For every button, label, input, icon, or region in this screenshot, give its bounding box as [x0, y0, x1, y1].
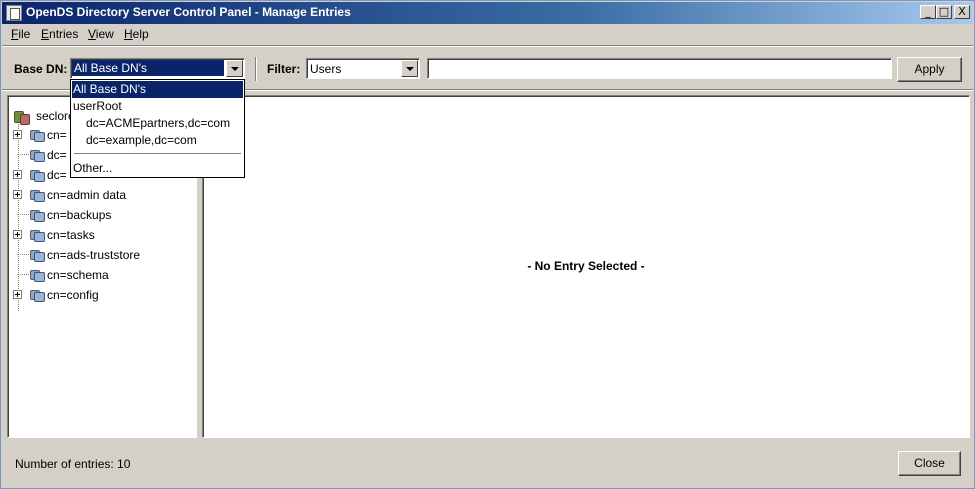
menu-help[interactable]: Help [124, 27, 149, 41]
expand-icon[interactable] [13, 190, 22, 199]
tree-node[interactable]: cn=ads-truststore [13, 246, 193, 264]
option-all-base-dns[interactable]: All Base DN's [72, 81, 243, 98]
entry-icon [28, 286, 46, 303]
base-dn-value: All Base DN's [72, 60, 224, 76]
close-window-button[interactable]: X [954, 5, 970, 19]
app-icon [6, 5, 22, 21]
filter-type-value: Users [310, 62, 342, 76]
filter-type-combobox[interactable]: Users [306, 58, 420, 79]
maximize-button[interactable]: □ [936, 5, 952, 19]
expand-icon[interactable] [13, 290, 22, 299]
close-button[interactable]: Close [898, 451, 961, 476]
base-dn-label: Base DN: [14, 62, 68, 76]
entry-icon [28, 166, 46, 183]
title-bar[interactable]: OpenDS Directory Server Control Panel - … [2, 2, 973, 24]
minimize-button[interactable]: _ [920, 5, 936, 19]
base-dn-dropdown-list: All Base DN's userRoot dc=ACMEpartners,d… [70, 79, 245, 178]
filter-input[interactable] [427, 58, 892, 79]
option-other[interactable]: Other... [72, 160, 243, 177]
entry-icon [28, 266, 46, 283]
option-userroot[interactable]: userRoot [72, 98, 243, 115]
tree-node[interactable]: cn=tasks [13, 226, 193, 244]
chevron-down-icon[interactable] [226, 60, 243, 77]
option-acmepartners[interactable]: dc=ACMEpartners,dc=com [72, 115, 243, 132]
chevron-down-icon[interactable] [401, 60, 418, 77]
apply-button[interactable]: Apply [897, 57, 962, 82]
expand-icon[interactable] [13, 230, 22, 239]
tree-node[interactable]: cn=admin data [13, 186, 193, 204]
menu-view[interactable]: View [88, 27, 114, 41]
tree-root-label[interactable]: seclore [36, 109, 75, 123]
entry-icon [28, 246, 46, 263]
menu-file[interactable]: File [11, 27, 30, 41]
dropdown-separator [74, 153, 241, 154]
tree-node[interactable]: cn=backups [13, 206, 193, 224]
expand-icon[interactable] [13, 170, 22, 179]
base-dn-combobox[interactable]: All Base DN's [70, 58, 245, 79]
menu-divider [2, 45, 973, 47]
menu-entries[interactable]: Entries [41, 27, 78, 41]
tree-node[interactable]: cn=schema [13, 266, 193, 284]
option-example[interactable]: dc=example,dc=com [72, 132, 243, 149]
entry-icon [28, 146, 46, 163]
expand-icon[interactable] [13, 130, 22, 139]
entry-icon [28, 206, 46, 223]
no-entry-message: - No Entry Selected - [527, 259, 645, 273]
tree-node[interactable]: cn=config [13, 286, 193, 304]
toolbar-separator [255, 57, 257, 81]
filter-label: Filter: [267, 62, 301, 76]
entry-icon [28, 226, 46, 243]
entries-count: Number of entries: 10 [15, 457, 131, 471]
window-title: OpenDS Directory Server Control Panel - … [26, 5, 351, 19]
entry-icon [28, 126, 46, 143]
menu-bar: File Entries View Help [2, 24, 973, 44]
entry-icon [28, 186, 46, 203]
server-icon [14, 109, 32, 126]
entry-detail-panel: - No Entry Selected - [202, 95, 970, 438]
manage-entries-window: OpenDS Directory Server Control Panel - … [0, 0, 975, 489]
